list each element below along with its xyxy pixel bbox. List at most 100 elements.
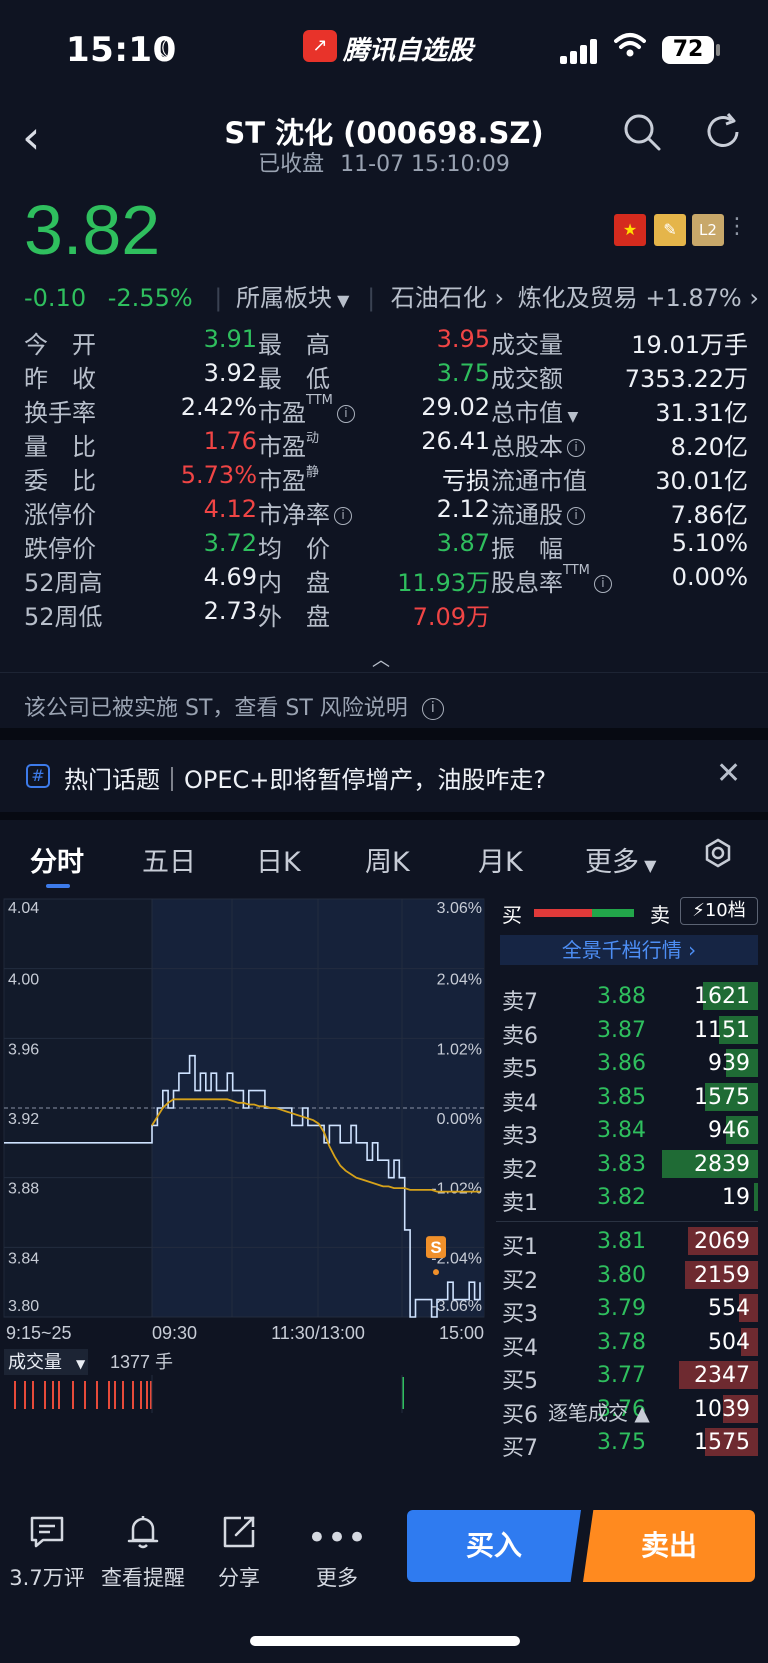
collapse-caret-icon[interactable]: ︿ — [372, 646, 390, 672]
bid-row[interactable]: 买4 3.78 504 — [496, 1326, 758, 1361]
level-volume: 946 — [708, 1118, 750, 1143]
bid-row[interactable]: 买5 3.77 2347 — [496, 1359, 758, 1394]
volume-bar — [146, 1381, 148, 1409]
volume-bar — [32, 1381, 34, 1409]
info-icon[interactable]: i — [336, 405, 355, 423]
sub-sector-link[interactable]: 炼化及贸易 +1.87% › — [518, 284, 759, 312]
stat-label-text: 量 比 — [24, 433, 96, 461]
close-icon[interactable]: ✕ — [716, 756, 741, 791]
share-button[interactable]: 分享 — [194, 1514, 284, 1592]
sell-marker-label: S — [430, 1238, 441, 1257]
ask-row[interactable]: 卖7 3.88 1621 — [496, 980, 758, 1015]
tab-intraday[interactable]: 分时 — [30, 840, 84, 879]
info-icon[interactable]: i — [567, 439, 585, 457]
stat-label-text: 52周高 — [24, 569, 103, 597]
stat-value: 3.91 — [203, 325, 257, 353]
level-price: 3.80 — [597, 1262, 646, 1288]
ask-row[interactable]: 卖1 3.82 19 — [496, 1181, 758, 1216]
stat-label: 振 幅 — [491, 529, 563, 564]
bid-row[interactable]: 买2 3.80 2159 — [496, 1259, 758, 1294]
refresh-icon[interactable] — [704, 112, 742, 156]
stat-value: 2.12 — [436, 495, 490, 523]
comments-button[interactable]: 3.7万评 — [2, 1514, 92, 1592]
info-icon[interactable]: i — [334, 507, 352, 525]
tab-monthly-k[interactable]: 月K — [478, 840, 523, 879]
ask-row[interactable]: 卖6 3.87 1151 — [496, 1014, 758, 1049]
more-vertical-icon[interactable]: ⋮ — [726, 214, 748, 239]
level-price: 3.82 — [597, 1185, 646, 1210]
book-divider — [496, 1221, 758, 1222]
stat-item: 均 价 3.87 — [258, 529, 490, 563]
stat-item[interactable]: 市净率 i 2.12 — [258, 495, 490, 529]
level-price: 3.86 — [597, 1051, 646, 1076]
stat-item[interactable]: 股息率TTMi 0.00% — [491, 563, 748, 597]
tab-weekly-k[interactable]: 周K — [365, 840, 410, 879]
level-volume: 939 — [708, 1051, 750, 1076]
stat-item[interactable]: 总股本 i 8.20亿 — [491, 427, 748, 461]
level-price: 3.79 — [597, 1296, 646, 1321]
volume-bar — [14, 1381, 16, 1409]
buy-button[interactable]: 买入 — [407, 1510, 581, 1582]
stat-label-text: 总市值 — [491, 399, 563, 427]
st-notice[interactable]: 该公司已被实施 ST，查看 ST 风险说明 i — [24, 690, 444, 722]
level-volume: 504 — [708, 1329, 750, 1355]
level-label: 买3 — [502, 1302, 538, 1327]
sector-link[interactable]: 石油石化 › — [391, 284, 504, 312]
sell-button[interactable]: 卖出 — [583, 1510, 755, 1582]
stat-value: 2.42% — [180, 393, 257, 421]
chevron-right-icon: › — [494, 284, 505, 312]
app-name: 腾讯自选股 — [343, 36, 474, 66]
bid-row[interactable]: 买1 3.81 2069 — [496, 1225, 758, 1260]
tab-daily-k[interactable]: 日K — [256, 840, 301, 879]
sector-dropdown[interactable]: 所属板块 ▼ — [236, 284, 349, 312]
sector-label: 所属板块 — [236, 284, 333, 312]
tab-more[interactable]: 更多 ▼ — [585, 840, 656, 879]
ask-row[interactable]: 卖4 3.85 1575 — [496, 1081, 758, 1116]
level-price: 3.78 — [597, 1329, 646, 1355]
stat-item[interactable]: 总市值 ▼ 31.31亿 — [491, 393, 748, 427]
stat-label: 今 开 — [24, 325, 96, 360]
china-flag-icon: ★ — [614, 214, 646, 246]
stat-label-text: 52周低 — [24, 603, 103, 631]
info-icon: i — [421, 698, 444, 720]
info-icon[interactable]: i — [567, 507, 585, 525]
edit-note-icon[interactable]: ✎ — [654, 214, 686, 246]
more-button[interactable]: ••• 更多 — [292, 1514, 382, 1592]
volume-bar — [108, 1381, 110, 1409]
intraday-chart[interactable]: 4.04 3.06% 4.00 2.04% 3.96 1.02% 3.92 0.00% 3.88… — [0, 895, 486, 1415]
level2-badge[interactable]: L2 — [692, 214, 724, 246]
share-label: 分享 — [218, 1566, 260, 1590]
level-label: 卖1 — [502, 1191, 538, 1216]
full-depth-link[interactable]: 全景千档行情 › — [500, 935, 758, 965]
level-volume: 1575 — [694, 1430, 750, 1455]
tab-five-day[interactable]: 五日 — [142, 840, 196, 879]
stat-label: 市盈TTMi — [258, 393, 355, 428]
hot-topic-banner[interactable]: # 热门话题｜OPEC+即将暂停增产，油股咋走? ✕ — [0, 740, 768, 812]
ask-row[interactable]: 卖2 3.83 2839 — [496, 1148, 758, 1183]
settings-icon[interactable] — [703, 838, 733, 876]
level-price: 3.77 — [597, 1363, 646, 1388]
ask-row[interactable]: 卖3 3.84 946 — [496, 1114, 758, 1149]
volume-bar — [132, 1381, 134, 1409]
stat-label: 量 比 — [24, 427, 96, 462]
volume-bar — [72, 1381, 74, 1409]
caret-up-icon: ▲ — [634, 1401, 650, 1425]
alerts-button[interactable]: 查看提醒 — [98, 1514, 188, 1592]
search-icon[interactable] — [622, 112, 662, 152]
ask-row[interactable]: 卖5 3.86 939 — [496, 1047, 758, 1082]
comment-icon — [2, 1514, 92, 1562]
st-notice-text: 该公司已被实施 ST，查看 ST 风险说明 — [24, 696, 408, 721]
bid-row[interactable]: 买7 3.75 1575 — [496, 1426, 758, 1461]
depth-toggle-button[interactable]: ⚡10档 — [680, 897, 758, 925]
bid-row[interactable]: 买3 3.79 554 — [496, 1292, 758, 1327]
caret-down-icon: ▼ — [639, 856, 657, 875]
sub-sector-change: +1.87% — [645, 284, 742, 312]
stat-item[interactable]: 流通股 i 7.86亿 — [491, 495, 748, 529]
volume-selector-label: 成交量 — [8, 1352, 62, 1372]
info-icon[interactable]: i — [593, 575, 612, 593]
share-icon — [194, 1514, 284, 1562]
stat-item[interactable]: 市盈TTMi 29.02 — [258, 393, 490, 427]
x-axis-label: 15:00 — [439, 1323, 484, 1343]
change-line: -0.10 -2.55% | 所属板块 ▼ | 石油石化 › 炼化及贸易 +1.… — [24, 284, 759, 312]
tick-trades-link[interactable]: 逐笔成交 ▲ — [548, 1397, 650, 1426]
